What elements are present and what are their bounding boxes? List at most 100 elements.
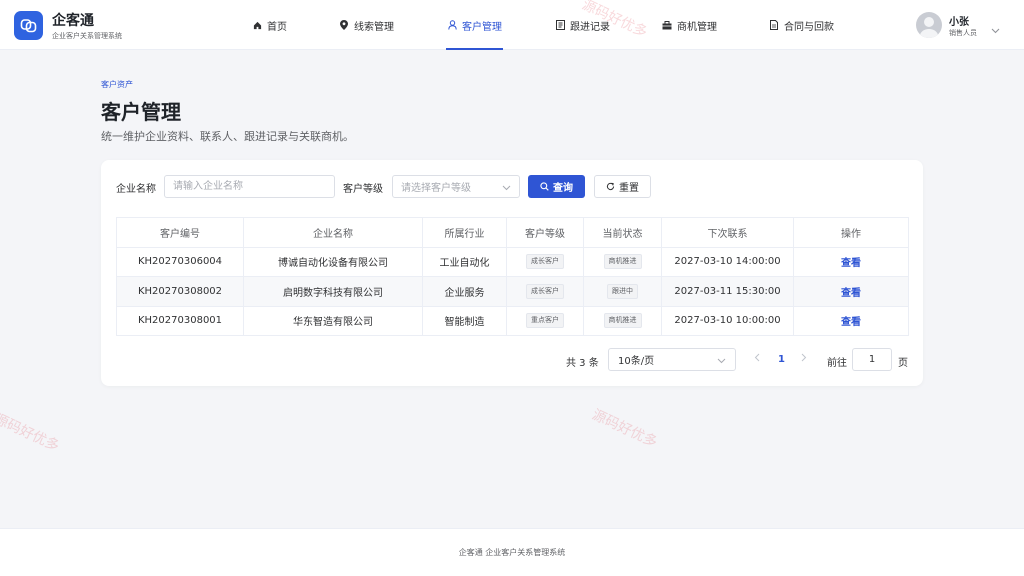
page-description: 统一维护企业资料、联系人、跟进记录与关联商机。 — [101, 130, 354, 143]
breadcrumb[interactable]: 客户资产 — [101, 79, 133, 90]
nav-item-contracts[interactable]: 合同与回款 — [769, 0, 834, 50]
customer-list-card: 企业名称 客户等级 请选择客户等级 查询 重置 客户编号 企业名称 所属行业 客 — [101, 160, 923, 386]
nav-item-followups[interactable]: 跟进记录 — [555, 0, 610, 50]
cell-level: 成长客户 — [506, 246, 584, 277]
cell-industry: 智能制造 — [422, 305, 507, 336]
view-link[interactable]: 查看 — [841, 317, 861, 328]
nav-item-home[interactable]: 首页 — [252, 0, 287, 50]
notebook-icon — [555, 20, 565, 30]
nav-item-customers[interactable]: 客户管理 — [446, 0, 503, 50]
cell-company-name: 华东智造有限公司 — [243, 305, 423, 336]
footer-text: 企客通 企业客户关系管理系统 — [458, 548, 566, 557]
view-link[interactable]: 查看 — [841, 258, 861, 269]
page-number-current[interactable]: 1 — [778, 354, 785, 365]
status-badge: 商机推进 — [603, 313, 642, 329]
pagination-total: 共 3 条 — [566, 358, 599, 369]
cell-company-name: 博诚自动化设备有限公司 — [243, 246, 423, 277]
view-link[interactable]: 查看 — [841, 288, 861, 299]
reset-button[interactable]: 重置 — [594, 175, 651, 198]
cell-status: 商机推进 — [583, 305, 662, 336]
cell-level: 重点客户 — [506, 305, 584, 336]
user-name: 小张 — [949, 17, 969, 28]
nav-label-contracts: 合同与回款 — [784, 21, 834, 33]
prev-page-button[interactable] — [754, 353, 760, 365]
status-badge: 商机推进 — [603, 254, 642, 270]
cell-status: 商机推进 — [583, 246, 662, 277]
search-button[interactable]: 查询 — [528, 175, 585, 198]
cell-actions: 查看 — [793, 276, 909, 307]
nav-label-leads: 线索管理 — [354, 21, 394, 33]
cell-company-name: 启明数字科技有限公司 — [243, 276, 423, 307]
page-size-value: 10条/页 — [618, 356, 655, 367]
customer-level-select[interactable]: 请选择客户等级 — [392, 175, 520, 198]
cell-next-contact: 2027-03-10 10:00:00 — [661, 305, 794, 336]
footer: 企客通 企业客户关系管理系统 — [0, 528, 1024, 576]
page-unit-label: 页 — [898, 358, 908, 369]
watermark: 源码好优多 — [589, 406, 660, 451]
pagination: 共 3 条 10条/页 1 前往 页 — [101, 348, 923, 372]
nav-label-home: 首页 — [267, 21, 287, 33]
location-pin-icon — [339, 20, 349, 30]
logo-icon[interactable] — [14, 11, 43, 40]
cell-industry: 企业服务 — [422, 276, 507, 307]
goto-label: 前往 — [827, 358, 847, 369]
nav-label-opportunities: 商机管理 — [677, 21, 717, 33]
reset-button-label: 重置 — [619, 183, 639, 194]
avatar[interactable] — [916, 12, 942, 38]
company-filter-label: 企业名称 — [116, 184, 156, 195]
column-header-industry: 所属行业 — [422, 217, 507, 248]
cell-next-contact: 2027-03-11 15:30:00 — [661, 276, 794, 307]
chevron-right-icon — [801, 353, 807, 362]
column-header-next-contact: 下次联系 — [661, 217, 794, 248]
nav-item-leads[interactable]: 线索管理 — [339, 0, 394, 50]
level-badge: 成长客户 — [526, 254, 564, 270]
goto-page-input[interactable] — [852, 348, 892, 371]
nav-label-customers: 客户管理 — [462, 21, 502, 33]
chevron-down-icon[interactable] — [991, 19, 1000, 38]
column-header-company: 企业名称 — [243, 217, 423, 248]
page-size-select[interactable]: 10条/页 — [608, 348, 736, 371]
column-header-status: 当前状态 — [583, 217, 662, 248]
document-icon — [769, 20, 779, 30]
nav-label-followups: 跟进记录 — [570, 21, 610, 33]
cell-status: 跟进中 — [583, 276, 662, 307]
cell-actions: 查看 — [793, 305, 909, 336]
top-header: 企客通 企业客户关系管理系统 首页 线索管理 客户管理 跟进记录 商机管理 合同… — [0, 0, 1024, 50]
company-search-input[interactable] — [164, 175, 335, 198]
app-subtitle: 企业客户关系管理系统 — [52, 32, 122, 40]
column-header-id: 客户编号 — [116, 217, 244, 248]
page-title: 客户管理 — [101, 100, 181, 124]
table-row: KH20270306004 博诚自动化设备有限公司 工业自动化 成长客户 商机推… — [116, 246, 909, 277]
user-icon — [447, 20, 457, 30]
next-page-button[interactable] — [801, 353, 807, 365]
table-row: KH20270308001 华东智造有限公司 智能制造 重点客户 商机推进 20… — [116, 305, 909, 336]
main-nav: 首页 线索管理 客户管理 跟进记录 商机管理 合同与回款 — [240, 0, 834, 50]
cell-level: 成长客户 — [506, 276, 584, 307]
cell-customer-id: KH20270308002 — [116, 276, 244, 307]
chevron-left-icon — [754, 353, 760, 362]
column-header-actions: 操作 — [793, 217, 909, 248]
level-filter-label: 客户等级 — [343, 184, 383, 195]
refresh-icon — [606, 182, 615, 191]
column-header-level: 客户等级 — [506, 217, 584, 248]
app-title: 企客通 — [52, 13, 94, 29]
chevron-down-icon — [502, 183, 511, 194]
level-select-placeholder: 请选择客户等级 — [401, 183, 471, 194]
level-badge: 重点客户 — [526, 313, 564, 329]
nav-item-opportunities[interactable]: 商机管理 — [662, 0, 717, 50]
cell-next-contact: 2027-03-10 14:00:00 — [661, 246, 794, 277]
status-badge: 跟进中 — [607, 283, 638, 299]
table-row: KH20270308002 启明数字科技有限公司 企业服务 成长客户 跟进中 2… — [116, 276, 909, 307]
user-role: 销售人员 — [949, 29, 977, 37]
level-badge: 成长客户 — [526, 283, 564, 299]
cell-actions: 查看 — [793, 246, 909, 277]
table-header-row: 客户编号 企业名称 所属行业 客户等级 当前状态 下次联系 操作 — [116, 217, 909, 248]
user-menu[interactable]: 小张 销售人员 — [916, 11, 1000, 39]
home-icon — [252, 20, 262, 30]
cell-industry: 工业自动化 — [422, 246, 507, 277]
cell-customer-id: KH20270306004 — [116, 246, 244, 277]
customer-table: 客户编号 企业名称 所属行业 客户等级 当前状态 下次联系 操作 KH20270… — [116, 217, 909, 336]
briefcase-icon — [662, 20, 672, 30]
watermark: 源码好优多 — [0, 410, 62, 455]
cell-customer-id: KH20270308001 — [116, 305, 244, 336]
